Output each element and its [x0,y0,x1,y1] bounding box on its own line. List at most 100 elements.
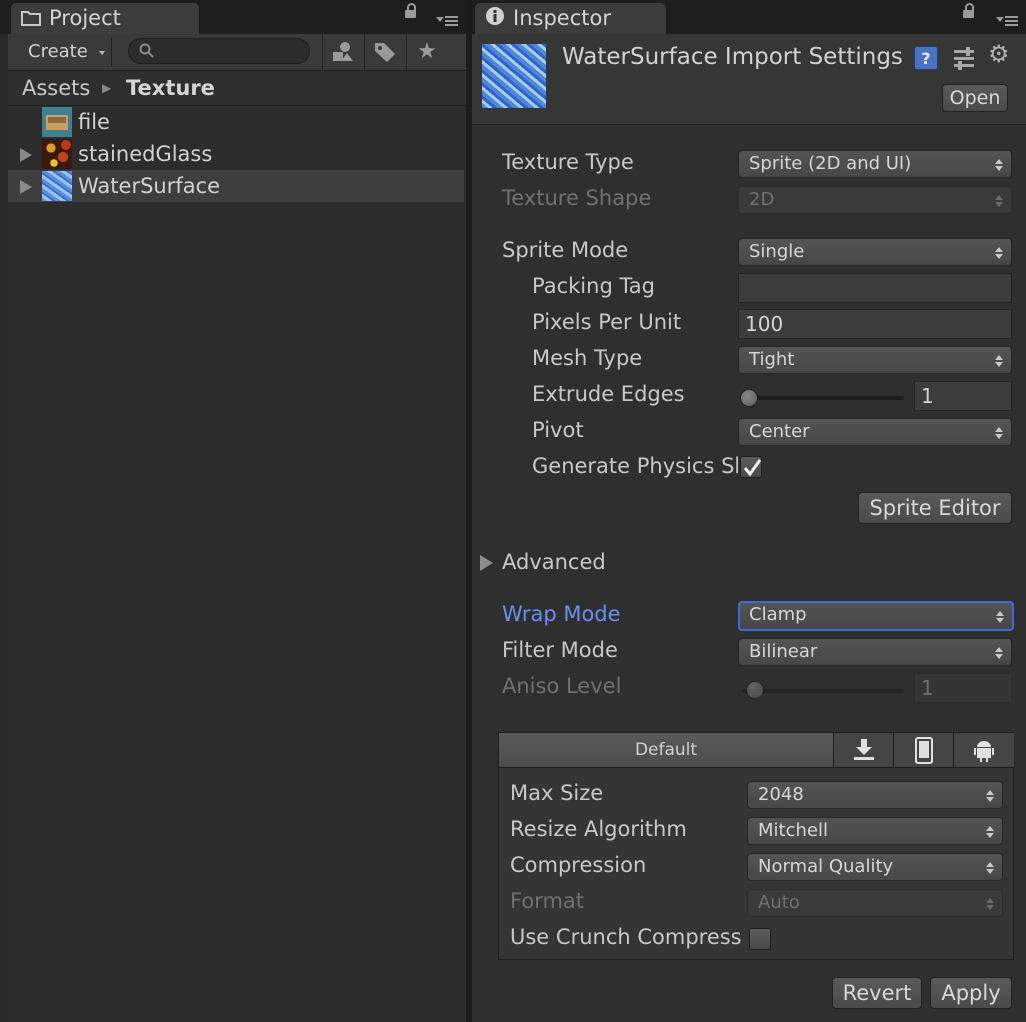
gear-icon[interactable]: ⚙ [988,40,1010,68]
apply-button[interactable]: Apply [930,977,1012,1009]
asset-row-file[interactable]: file [8,106,464,138]
project-panel: Create ★ Assets ▶ Texture file stainedGl… [8,34,466,1022]
tab-standalone[interactable] [833,733,894,767]
resize-algorithm-dropdown[interactable]: Mitchell [747,817,1003,845]
texture-shape-value: 2D [749,189,775,210]
search-icon [139,43,154,58]
advanced-foldout-arrow-icon[interactable] [480,555,493,571]
aniso-level-slider-track [742,689,904,693]
breadcrumb-assets[interactable]: Assets [22,71,90,105]
phone-icon [915,737,933,764]
filter-by-type-icon[interactable] [322,34,363,70]
sprite-mode-dropdown[interactable]: Single [738,238,1012,266]
spinner-arrows-icon [986,862,994,874]
filter-mode-dropdown[interactable]: Bilinear [738,638,1012,666]
compression-value: Normal Quality [758,856,894,877]
help-icon[interactable]: ? [914,46,938,70]
resize-algorithm-value: Mitchell [758,820,828,841]
revert-button[interactable]: Revert [832,977,922,1009]
android-icon [974,741,994,762]
asset-preview-thumbnail [482,44,546,108]
stained-glass-thumbnail [42,139,72,169]
chevron-down-icon [99,51,105,55]
asset-label: file [78,110,110,134]
spinner-arrows-icon [995,647,1003,659]
max-size-dropdown[interactable]: 2048 [747,781,1003,809]
generate-physics-shape-label: Generate Physics Sh [532,454,738,478]
open-button[interactable]: Open [942,84,1008,112]
inspector-title: WaterSurface Import Settings [562,44,903,70]
folder-icon [21,4,41,34]
tab-project-label: Project [49,6,121,30]
tab-inspector[interactable]: Inspector [474,2,667,34]
breadcrumb-texture[interactable]: Texture [126,71,215,105]
asset-row-stainedglass[interactable]: stainedGlass [8,138,464,170]
sprite-editor-button[interactable]: Sprite Editor [858,492,1012,524]
spinner-arrows-icon [986,898,994,910]
pivot-dropdown[interactable]: Center [738,418,1012,446]
wrap-mode-label: Wrap Mode [502,602,621,626]
use-crunch-compression-label: Use Crunch Compress [510,925,742,949]
mesh-type-dropdown[interactable]: Tight [738,346,1012,374]
texture-type-dropdown[interactable]: Sprite (2D and UI) [738,150,1012,178]
spinner-arrows-icon [995,355,1003,367]
compression-dropdown[interactable]: Normal Quality [747,853,1003,881]
search-input[interactable] [128,38,310,64]
expand-arrow-icon[interactable] [20,148,32,162]
format-value: Auto [758,892,800,913]
lock-icon[interactable] [963,3,974,18]
asset-label: WaterSurface [78,174,221,198]
info-icon [485,4,505,34]
packing-tag-field[interactable] [738,273,1012,303]
resize-algorithm-label: Resize Algorithm [510,817,687,841]
wrap-mode-dropdown[interactable]: Clamp [738,601,1014,631]
tab-ios[interactable] [893,733,954,767]
pixels-per-unit-label: Pixels Per Unit [532,310,682,334]
panel-menu-icon[interactable] [996,14,1018,28]
tab-android[interactable] [953,733,1014,767]
extrude-edges-slider-handle[interactable] [740,389,758,407]
spinner-arrows-icon [995,159,1003,171]
max-size-value: 2048 [758,784,804,805]
inspector-panel: WaterSurface Import Settings ? ⚙ Open Te… [472,34,1026,1022]
spinner-arrows-icon [995,427,1003,439]
filter-mode-label: Filter Mode [502,638,618,662]
pivot-value: Center [749,421,810,442]
format-label: Format [510,889,585,913]
create-button[interactable]: Create [18,38,112,66]
inspector-header: WaterSurface Import Settings ? ⚙ Open [472,34,1026,125]
asset-row-watersurface[interactable]: WaterSurface [8,170,464,202]
mesh-type-label: Mesh Type [532,346,643,370]
asset-label: stainedGlass [78,142,213,166]
generate-physics-shape-checkbox[interactable] [740,456,762,478]
use-crunch-compression-checkbox[interactable] [749,928,771,950]
download-icon [854,739,874,760]
panel-menu-icon[interactable] [436,14,458,28]
texture-type-value: Sprite (2D and UI) [749,153,912,174]
aniso-level-field: 1 [914,673,1012,703]
filter-by-label-icon[interactable] [364,34,405,70]
tab-project[interactable]: Project [10,2,200,34]
sprite-mode-label: Sprite Mode [502,238,629,262]
spinner-arrows-icon [986,826,994,838]
extrude-edges-slider-track[interactable] [742,396,904,400]
tab-default-platform[interactable]: Default [499,733,834,767]
aniso-level-slider-handle [746,681,764,699]
spinner-arrows-icon [986,790,994,802]
water-surface-thumbnail [42,171,72,201]
preset-icon[interactable] [952,46,976,70]
pivot-label: Pivot [532,418,584,442]
spinner-arrows-icon [995,247,1003,259]
spinner-arrows-icon [996,611,1004,623]
expand-arrow-icon[interactable] [20,180,32,194]
format-dropdown: Auto [747,889,1003,917]
wrap-mode-value: Clamp [749,604,807,625]
extrude-edges-label: Extrude Edges [532,382,685,406]
max-size-label: Max Size [510,781,604,805]
advanced-foldout-label[interactable]: Advanced [502,550,606,574]
lock-icon[interactable] [405,3,416,18]
extrude-edges-field[interactable]: 1 [914,381,1012,411]
compression-label: Compression [510,853,647,877]
favorites-star-icon[interactable]: ★ [406,34,447,70]
pixels-per-unit-field[interactable]: 100 [738,309,1012,339]
